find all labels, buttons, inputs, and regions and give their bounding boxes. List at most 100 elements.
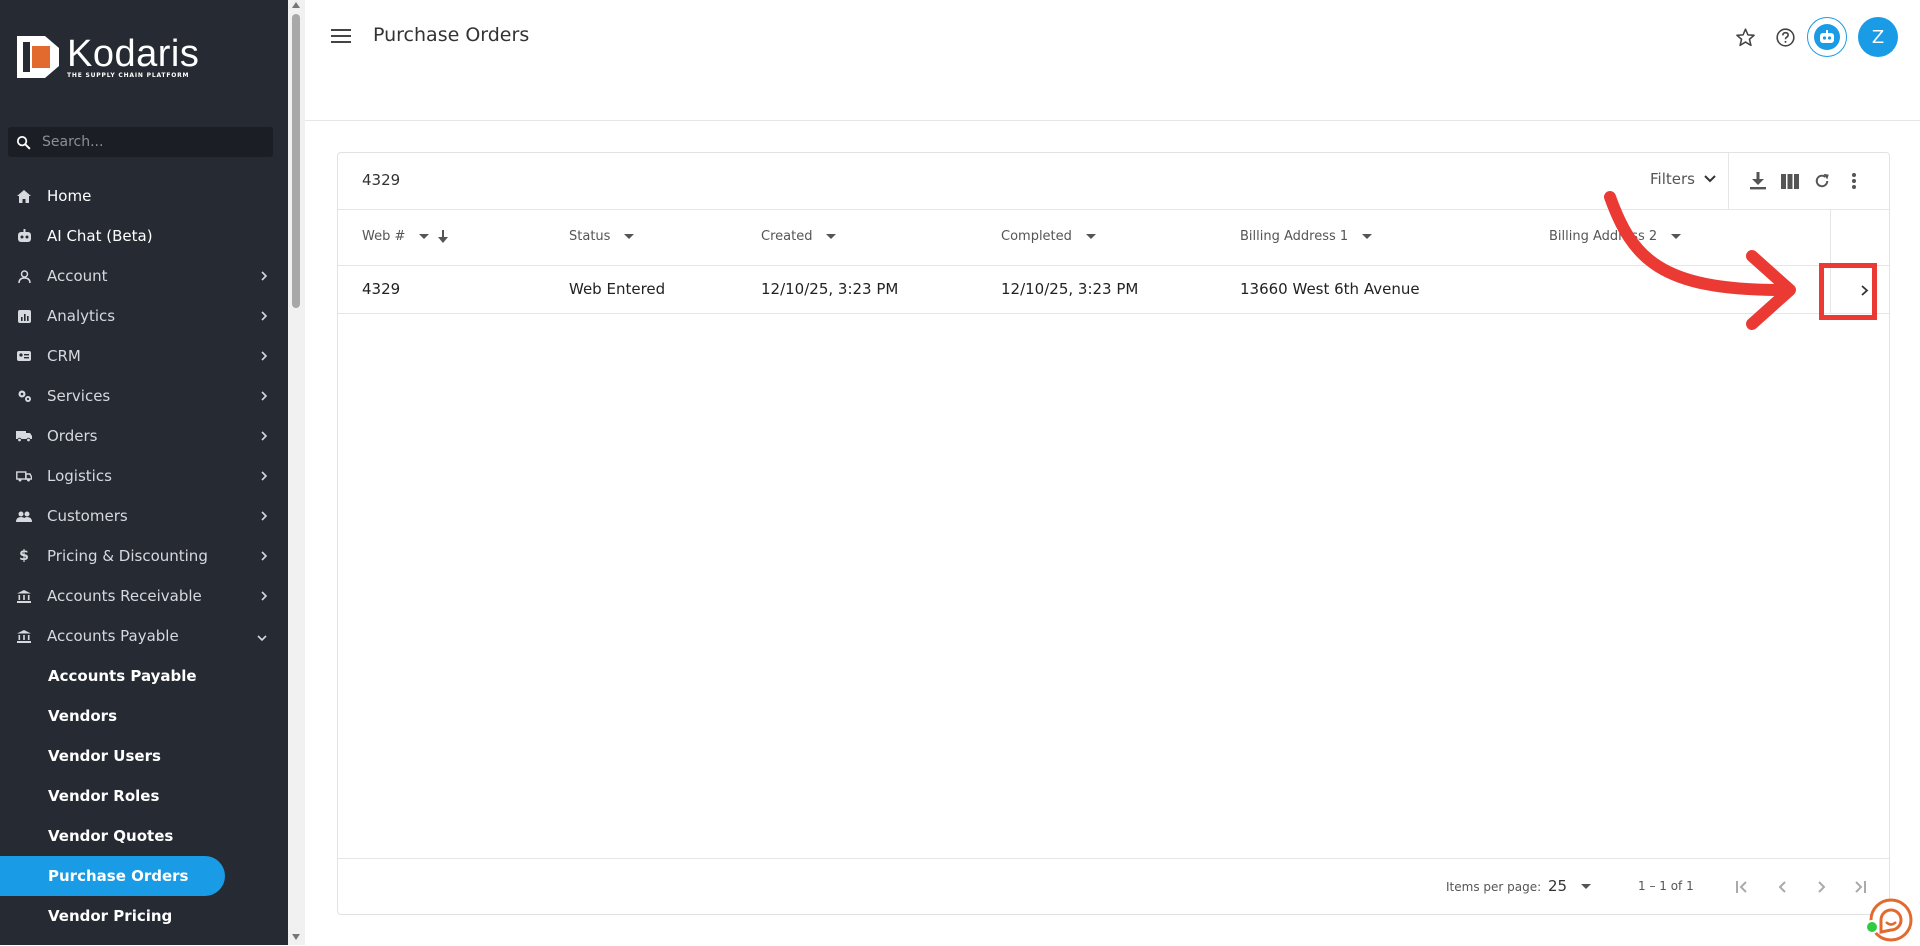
sidebar-item-ai-chat[interactable]: AI Chat (Beta) bbox=[0, 216, 288, 256]
column-label: Billing Address 2 bbox=[1549, 229, 1658, 244]
sidebar-item-orders[interactable]: Orders bbox=[0, 416, 288, 456]
purchase-orders-card: 4329 Filters Web # Status Created Comple… bbox=[337, 152, 1890, 915]
column-header-status[interactable]: Status bbox=[569, 229, 635, 244]
chevron-down-icon bbox=[256, 628, 268, 646]
table-search-value[interactable]: 4329 bbox=[362, 171, 400, 189]
sidebar-nav: Home AI Chat (Beta) Account Analytics CR… bbox=[0, 176, 288, 936]
columns-icon[interactable] bbox=[1778, 169, 1802, 193]
chevron-down-icon bbox=[1704, 175, 1716, 183]
sidebar-item-label: Analytics bbox=[47, 307, 116, 325]
sidebar-subitem-purchase-orders[interactable]: Purchase Orders bbox=[0, 856, 225, 896]
last-page-icon[interactable] bbox=[1848, 875, 1872, 899]
next-page-icon[interactable] bbox=[1810, 875, 1834, 899]
bank-icon bbox=[16, 588, 32, 604]
menu-icon[interactable] bbox=[331, 28, 353, 46]
caret-down-icon bbox=[826, 234, 837, 239]
cell-web: 4329 bbox=[362, 280, 401, 298]
column-label: Web # bbox=[362, 229, 406, 244]
sidebar-search-input[interactable] bbox=[40, 133, 254, 151]
sidebar-item-pricing[interactable]: $ Pricing & Discounting bbox=[0, 536, 288, 576]
search-icon bbox=[16, 135, 31, 150]
sidebar-subitem-vendor-pricing[interactable]: Vendor Pricing bbox=[0, 896, 288, 936]
chevron-right-icon bbox=[260, 388, 268, 406]
page-range-label: 1 – 1 of 1 bbox=[1638, 879, 1694, 893]
column-label: Created bbox=[761, 229, 813, 244]
kodaris-logo-mark bbox=[17, 35, 59, 78]
scroll-down-arrow-icon[interactable] bbox=[292, 934, 300, 940]
chevron-right-icon bbox=[260, 468, 268, 486]
sidebar-item-label: Orders bbox=[47, 427, 98, 445]
sidebar-subitem-vendor-quotes[interactable]: Vendor Quotes bbox=[0, 816, 288, 856]
top-header: Purchase Orders Z bbox=[305, 0, 1920, 121]
sidebar-item-label: Logistics bbox=[47, 467, 112, 485]
chevron-right-icon bbox=[260, 428, 268, 446]
caret-down-icon bbox=[1085, 234, 1096, 239]
user-avatar[interactable]: Z bbox=[1858, 17, 1898, 57]
sort-arrow-down-icon bbox=[437, 229, 449, 244]
logo-name: Kodaris bbox=[67, 33, 200, 75]
column-label: Completed bbox=[1001, 229, 1072, 244]
sidebar-item-logistics[interactable]: Logistics bbox=[0, 456, 288, 496]
more-vertical-icon[interactable] bbox=[1842, 169, 1866, 193]
sidebar-item-crm[interactable]: CRM bbox=[0, 336, 288, 376]
robot-icon bbox=[1814, 24, 1840, 50]
logo-tagline: THE SUPPLY CHAIN PLATFORM bbox=[67, 72, 190, 79]
sidebar-scrollbar-thumb[interactable] bbox=[292, 14, 300, 308]
sidebar-item-label: Accounts Payable bbox=[47, 627, 179, 645]
refresh-icon[interactable] bbox=[1810, 169, 1834, 193]
column-label: Billing Address 1 bbox=[1240, 229, 1349, 244]
home-icon bbox=[16, 188, 32, 204]
chevron-right-icon bbox=[260, 508, 268, 526]
sidebar-subitem-vendor-roles[interactable]: Vendor Roles bbox=[0, 776, 288, 816]
download-icon[interactable] bbox=[1746, 169, 1770, 193]
help-icon[interactable] bbox=[1765, 17, 1805, 57]
column-header-completed[interactable]: Completed bbox=[1001, 229, 1096, 244]
filters-dropdown[interactable]: Filters bbox=[1650, 170, 1717, 188]
sidebar-item-accounts-payable[interactable]: Accounts Payable bbox=[0, 616, 288, 656]
caret-down-icon bbox=[419, 234, 430, 239]
sidebar-subitem-accounts-payable[interactable]: Accounts Payable bbox=[0, 656, 288, 696]
highlight-box bbox=[1819, 263, 1877, 320]
sidebar-item-label: Account bbox=[47, 267, 108, 285]
column-header-billing-address-2[interactable]: Billing Address 2 bbox=[1549, 229, 1682, 244]
chart-icon bbox=[16, 308, 32, 324]
caret-down-icon bbox=[1671, 234, 1682, 239]
sidebar-item-label: CRM bbox=[47, 347, 81, 365]
column-header-billing-address-1[interactable]: Billing Address 1 bbox=[1240, 229, 1373, 244]
crm-icon bbox=[16, 348, 32, 364]
sidebar-item-home[interactable]: Home bbox=[0, 176, 288, 216]
sidebar-item-account[interactable]: Account bbox=[0, 256, 288, 296]
items-per-page-select[interactable]: 25 bbox=[1548, 877, 1592, 895]
sidebar-item-analytics[interactable]: Analytics bbox=[0, 296, 288, 336]
items-per-page-value: 25 bbox=[1548, 877, 1568, 895]
toolbar-divider bbox=[1728, 153, 1729, 209]
kodaris-logo[interactable]: Kodaris THE SUPPLY CHAIN PLATFORM bbox=[17, 34, 199, 79]
sidebar-item-customers[interactable]: Customers bbox=[0, 496, 288, 536]
column-header-web[interactable]: Web # bbox=[362, 229, 449, 244]
gears-icon bbox=[16, 388, 32, 404]
filters-label: Filters bbox=[1650, 170, 1695, 188]
table-paginator: Items per page: 25 1 – 1 of 1 bbox=[338, 858, 1889, 915]
sidebar-item-label: Pricing & Discounting bbox=[47, 547, 208, 565]
table-row[interactable]: 4329 Web Entered 12/10/25, 3:23 PM 12/10… bbox=[338, 266, 1889, 314]
cell-completed: 12/10/25, 3:23 PM bbox=[1001, 280, 1139, 298]
sidebar-item-label: Accounts Receivable bbox=[47, 587, 202, 605]
sidebar-subitem-vendor-users[interactable]: Vendor Users bbox=[0, 736, 288, 776]
sidebar-item-accounts-receivable[interactable]: Accounts Receivable bbox=[0, 576, 288, 616]
column-header-created[interactable]: Created bbox=[761, 229, 837, 244]
sidebar-subitem-vendors[interactable]: Vendors bbox=[0, 696, 288, 736]
star-icon[interactable] bbox=[1725, 17, 1765, 57]
ai-assistant-button[interactable] bbox=[1807, 17, 1847, 57]
shipping-icon bbox=[16, 468, 32, 484]
first-page-icon[interactable] bbox=[1730, 875, 1754, 899]
cell-status: Web Entered bbox=[569, 280, 666, 298]
previous-page-icon[interactable] bbox=[1770, 875, 1794, 899]
sidebar-item-label: AI Chat (Beta) bbox=[47, 227, 153, 245]
caret-down-icon bbox=[1581, 883, 1592, 889]
sidebar-search[interactable] bbox=[8, 127, 273, 157]
table-toolbar: 4329 Filters bbox=[338, 153, 1889, 210]
column-label: Status bbox=[569, 229, 611, 244]
chevron-right-icon bbox=[260, 348, 268, 366]
scroll-up-arrow-icon[interactable] bbox=[292, 2, 300, 8]
sidebar-item-services[interactable]: Services bbox=[0, 376, 288, 416]
